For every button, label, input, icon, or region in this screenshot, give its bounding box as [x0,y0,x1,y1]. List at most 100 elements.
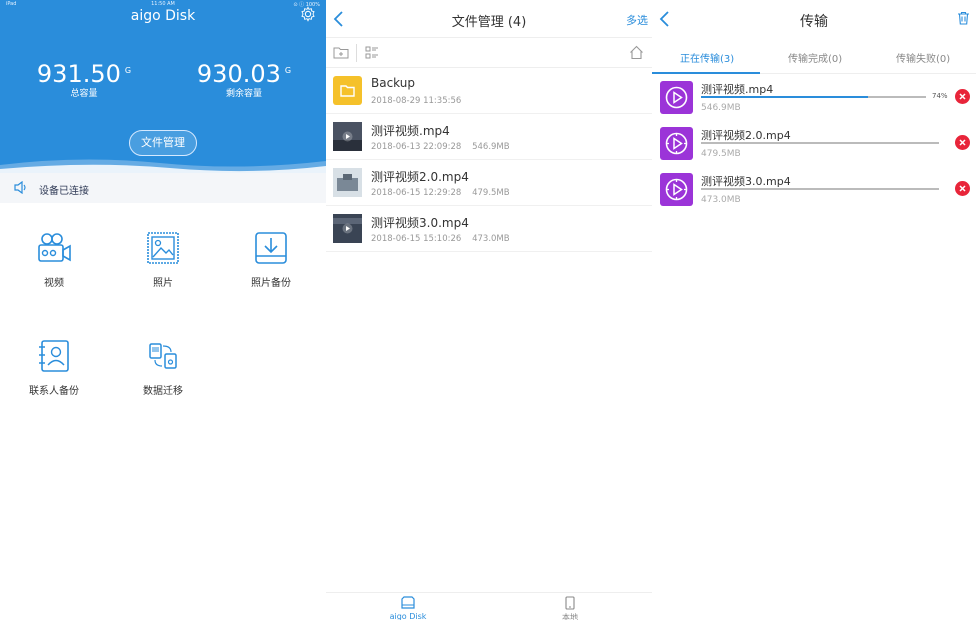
contacts-backup-tile-label: 联系人备份 [29,386,79,397]
file-manager-screen: 文件管理 (4) 多选 Backup 2018-08-29 11:35:56 测… [326,0,652,620]
video-file-icon [660,81,693,114]
transfer-screen: 传输 正在传输(3) 传输完成(0) 传输失败(0) 测评视频.mp4 74% … [652,0,976,620]
file-meta: 2018-06-15 15:10:26 473.0MB [371,234,510,244]
transfer-size: 479.5MB [701,149,741,159]
photo-backup-tile-label: 照片备份 [251,278,291,289]
progress-track [701,188,939,190]
video-tile[interactable]: 视频 [9,230,99,289]
file-management-button[interactable]: 文件管理 [129,130,197,156]
tab-failed[interactable]: 传输失败(0) [896,50,950,65]
progress-percent: 74% [932,92,948,100]
contacts-icon [39,340,69,372]
home-screen: iPad 11:50 AM ⊙ ⓘ 100% aigo Disk 931.50 G… [0,0,326,620]
file-toolbar [326,38,652,68]
cancel-transfer-button[interactable] [955,135,970,150]
trash-icon[interactable] [957,11,970,25]
data-migration-icon [149,343,177,369]
gear-icon[interactable] [300,6,316,22]
file-size: 546.9MB [472,142,510,152]
video-camera-icon [38,233,71,262]
tab-local[interactable]: 本地 [540,596,600,620]
total-capacity-value: 931.50 [36,60,121,88]
transfer-row: 测评视频2.0.mp4 479.5MB [652,121,976,167]
folder-icon [333,76,362,105]
new-folder-icon[interactable] [333,46,349,59]
total-capacity: 931.50 G 总容量 [34,60,134,99]
progress-fill [701,96,868,98]
file-name: 测评视频3.0.mp4 [371,216,469,230]
transfer-name: 测评视频2.0.mp4 [701,129,791,142]
video-file-icon [660,127,693,160]
image-thumbnail [333,168,362,197]
file-size: 479.5MB [472,188,510,198]
photo-tile[interactable]: 照片 [118,230,208,289]
cancel-transfer-button[interactable] [955,89,970,104]
transfer-row: 测评视频.mp4 74% 546.9MB [652,75,976,121]
bottom-tab-bar: aigo Disk 本地 [326,592,652,620]
tab-aigo-disk-label: aigo Disk [389,612,427,620]
multi-select-button[interactable]: 多选 [626,12,648,28]
file-meta: 2018-06-13 22:09:28 546.9MB [371,142,510,152]
app-title: aigo Disk [130,8,196,24]
transfer-name: 测评视频3.0.mp4 [701,175,791,188]
toolbar-separator [356,44,357,62]
wave-decoration [0,159,326,173]
download-backup-icon [255,232,287,264]
file-date: 2018-06-13 22:09:28 [371,142,462,152]
cancel-transfer-button[interactable] [955,181,970,196]
list-view-icon[interactable] [365,46,379,60]
storage-header: iPad 11:50 AM ⊙ ⓘ 100% aigo Disk 931.50 G… [0,0,326,173]
free-capacity: 930.03 G 剩余容量 [196,60,292,99]
file-meta: 2018-06-15 12:29:28 479.5MB [371,188,510,198]
close-icon [959,139,966,146]
tab-local-label: 本地 [562,613,578,620]
home-icon[interactable] [629,45,644,60]
close-icon [959,93,966,100]
transfer-nav: 传输 [652,0,976,38]
close-icon [959,185,966,192]
transfer-row: 测评视频3.0.mp4 473.0MB [652,167,976,213]
photo-icon [147,232,179,264]
connection-status: 设备已连接 [0,173,326,203]
file-name: Backup [371,76,415,90]
transfer-size: 473.0MB [701,195,741,205]
file-manager-nav: 文件管理 (4) 多选 [326,0,652,38]
file-row[interactable]: 测评视频3.0.mp4 2018-06-15 15:10:26 473.0MB [326,206,652,252]
active-tab-indicator [652,72,760,74]
page-title: 传输 [800,14,828,30]
total-capacity-unit: G [124,66,132,75]
tab-aigo-disk[interactable]: aigo Disk [378,596,438,620]
connection-text: 设备已连接 [39,186,89,197]
file-date: 2018-06-15 12:29:28 [371,188,462,198]
video-tile-label: 视频 [44,278,64,289]
progress-track [701,142,939,144]
free-capacity-unit: G [284,66,292,75]
photo-backup-tile[interactable]: 照片备份 [226,230,316,289]
transfer-name: 测评视频.mp4 [701,83,774,96]
file-row[interactable]: 测评视频2.0.mp4 2018-06-15 12:29:28 479.5MB [326,160,652,206]
file-name: 测评视频.mp4 [371,124,450,138]
phone-icon [565,596,575,610]
data-migration-tile-label: 数据迁移 [143,386,183,397]
page-title: 文件管理 (4) [451,15,527,30]
file-row[interactable]: 测评视频.mp4 2018-06-13 22:09:28 546.9MB [326,114,652,160]
contacts-backup-tile[interactable]: 联系人备份 [9,338,99,397]
transfer-size: 546.9MB [701,103,741,113]
tab-completed[interactable]: 传输完成(0) [788,50,842,65]
progress-track [701,96,926,98]
video-thumbnail [333,214,362,243]
file-row[interactable]: Backup 2018-08-29 11:35:56 [326,68,652,114]
speaker-icon [14,181,26,194]
status-time: 11:50 AM [151,1,175,7]
file-size: 473.0MB [472,234,510,244]
file-meta: 2018-08-29 11:35:56 [371,96,461,106]
video-thumbnail [333,122,362,151]
status-bar: iPad 11:50 AM ⊙ ⓘ 100% [0,0,326,8]
data-migration-tile[interactable]: 数据迁移 [118,338,208,397]
transfer-tabs: 正在传输(3) 传输完成(0) 传输失败(0) [652,38,976,74]
photo-tile-label: 照片 [153,278,173,289]
file-date: 2018-06-15 15:10:26 [371,234,462,244]
tab-in-progress[interactable]: 正在传输(3) [680,50,734,65]
video-file-icon [660,173,693,206]
disk-icon [401,596,415,609]
